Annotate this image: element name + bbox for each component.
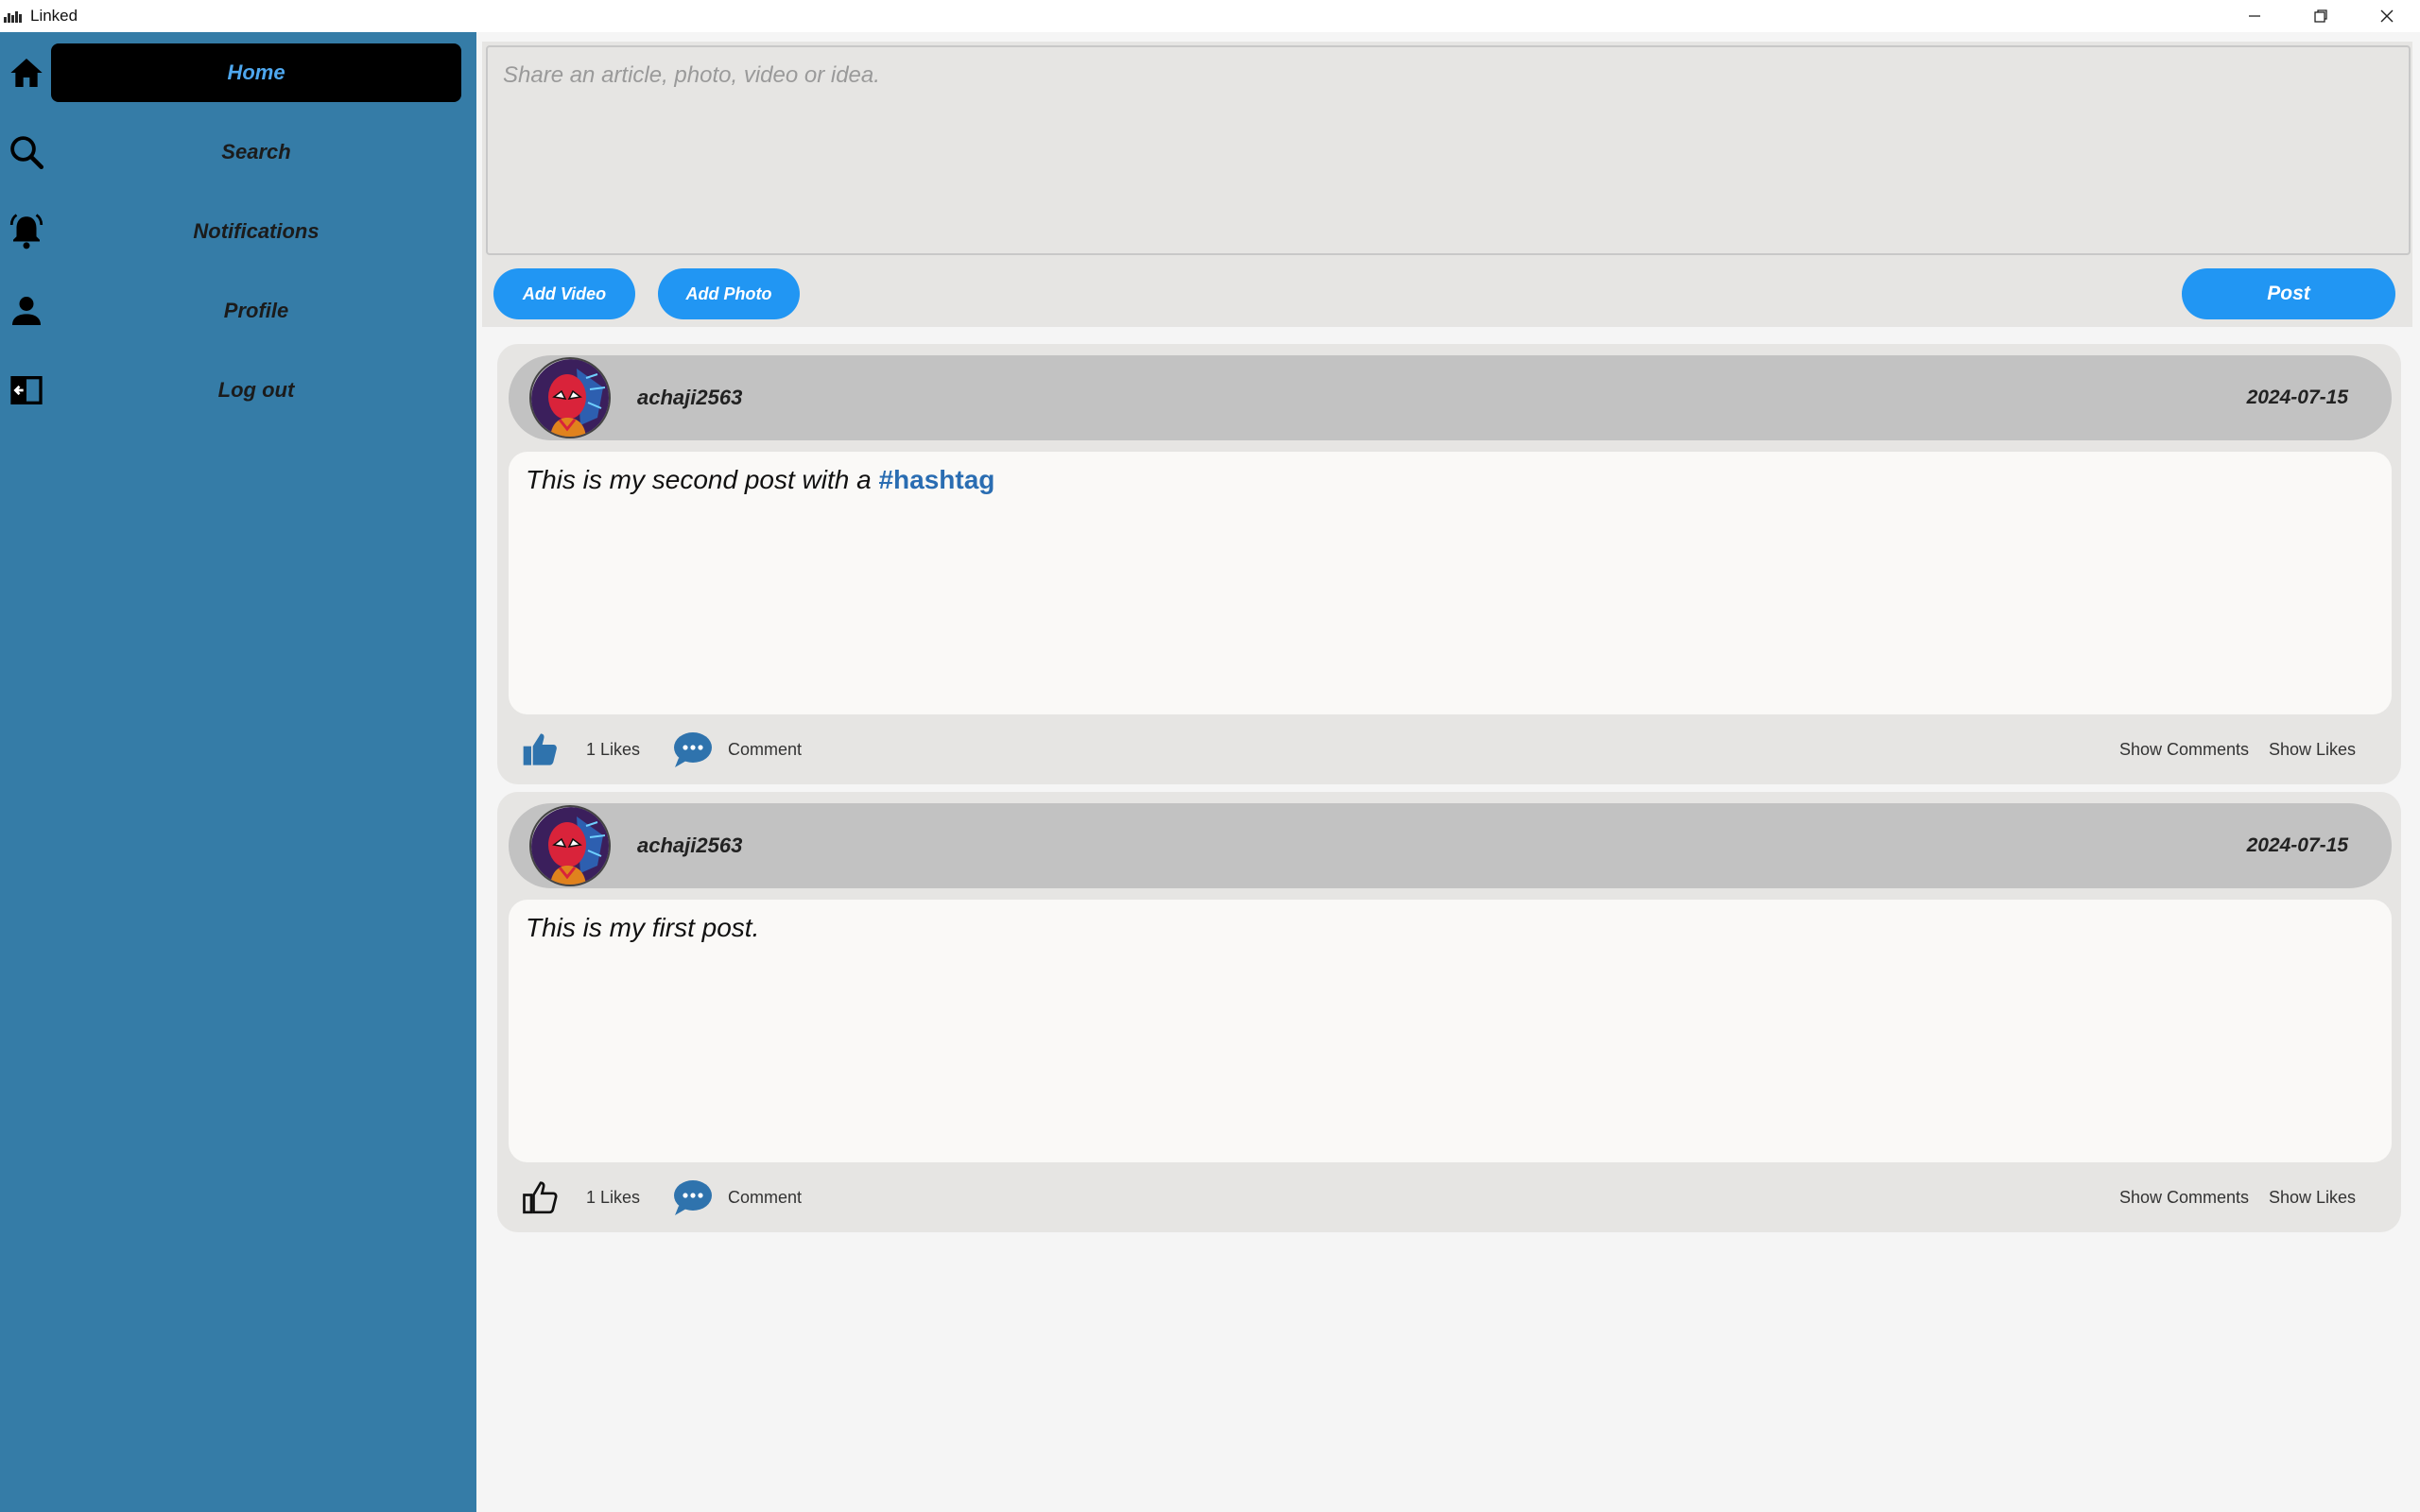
comment-icon[interactable]	[671, 1177, 715, 1217]
post-text: This is my second post with a	[526, 465, 879, 494]
sidebar-item-label: Notifications	[193, 219, 320, 243]
likes-count: 1 Likes	[586, 1187, 641, 1207]
person-icon	[4, 288, 49, 334]
post-card: achaji2563 2024-07-15 This is my first p…	[497, 792, 2401, 1232]
post-card: achaji2563 2024-07-15 This is my second …	[497, 344, 2401, 784]
hashtag-link[interactable]: #hashtag	[878, 465, 994, 494]
window-title: Linked	[30, 7, 78, 25]
avatar[interactable]	[529, 805, 611, 886]
comment-button[interactable]: Comment	[728, 714, 802, 784]
close-icon	[2380, 9, 2394, 23]
show-comments-button[interactable]: Show Comments	[2119, 1162, 2249, 1232]
like-button[interactable]	[518, 728, 563, 771]
show-likes-button[interactable]: Show Likes	[2269, 714, 2356, 784]
post-composer: Share an article, photo, video or idea. …	[482, 42, 2412, 327]
show-likes-button[interactable]: Show Likes	[2269, 1162, 2356, 1232]
app-logo-icon	[4, 9, 25, 23]
sidebar-item-profile[interactable]: Profile	[0, 281, 476, 341]
sidebar-item-label: Search	[221, 140, 291, 163]
add-photo-button[interactable]: Add Photo	[658, 268, 800, 319]
like-button[interactable]	[518, 1176, 563, 1219]
likes-count: 1 Likes	[586, 739, 641, 759]
post-text: This is my first post.	[526, 913, 760, 942]
show-comments-button[interactable]: Show Comments	[2119, 714, 2249, 784]
post-header: achaji2563 2024-07-15	[509, 355, 2392, 440]
add-video-button[interactable]: Add Video	[493, 268, 635, 319]
sidebar-item-label: Profile	[223, 299, 289, 322]
post-username[interactable]: achaji2563	[637, 355, 742, 440]
post-text-input[interactable]: Share an article, photo, video or idea.	[486, 45, 2411, 255]
sidebar: Home Search Notifications Profile Log ou…	[0, 32, 476, 1512]
logout-icon	[4, 368, 49, 413]
window-controls	[2221, 0, 2420, 32]
sidebar-item-search[interactable]: Search	[0, 122, 476, 182]
comment-button[interactable]: Comment	[728, 1162, 802, 1232]
sidebar-item-home[interactable]: Home	[0, 43, 476, 103]
post-content: This is my first post.	[509, 900, 2392, 1162]
close-button[interactable]	[2354, 0, 2420, 32]
home-icon	[4, 50, 49, 95]
post-actions: 1 Likes Comment Show Comments Show Likes	[497, 1162, 2401, 1232]
sidebar-item-logout[interactable]: Log out	[0, 360, 476, 421]
sidebar-item-label: Home	[51, 43, 461, 102]
title-bar: Linked	[0, 0, 2420, 32]
post-date: 2024-07-15	[2246, 387, 2348, 408]
sidebar-item-label: Log out	[217, 378, 295, 402]
search-icon	[4, 129, 49, 175]
post-content: This is my second post with a #hashtag	[509, 452, 2392, 714]
sidebar-item-notifications[interactable]: Notifications	[0, 201, 476, 262]
post-header: achaji2563 2024-07-15	[509, 803, 2392, 888]
bell-icon	[4, 209, 49, 254]
thumbs-up-outline-icon	[523, 1181, 558, 1214]
restore-button[interactable]	[2288, 0, 2354, 32]
restore-icon	[2314, 9, 2327, 23]
thumbs-up-filled-icon	[523, 733, 557, 765]
post-date: 2024-07-15	[2246, 834, 2348, 856]
avatar[interactable]	[529, 357, 611, 438]
post-actions: 1 Likes Comment Show Comments Show Likes	[497, 714, 2401, 784]
minimize-icon	[2249, 15, 2260, 17]
comment-icon[interactable]	[671, 730, 715, 769]
post-button[interactable]: Post	[2182, 268, 2395, 319]
post-username[interactable]: achaji2563	[637, 803, 742, 888]
minimize-button[interactable]	[2221, 0, 2288, 32]
